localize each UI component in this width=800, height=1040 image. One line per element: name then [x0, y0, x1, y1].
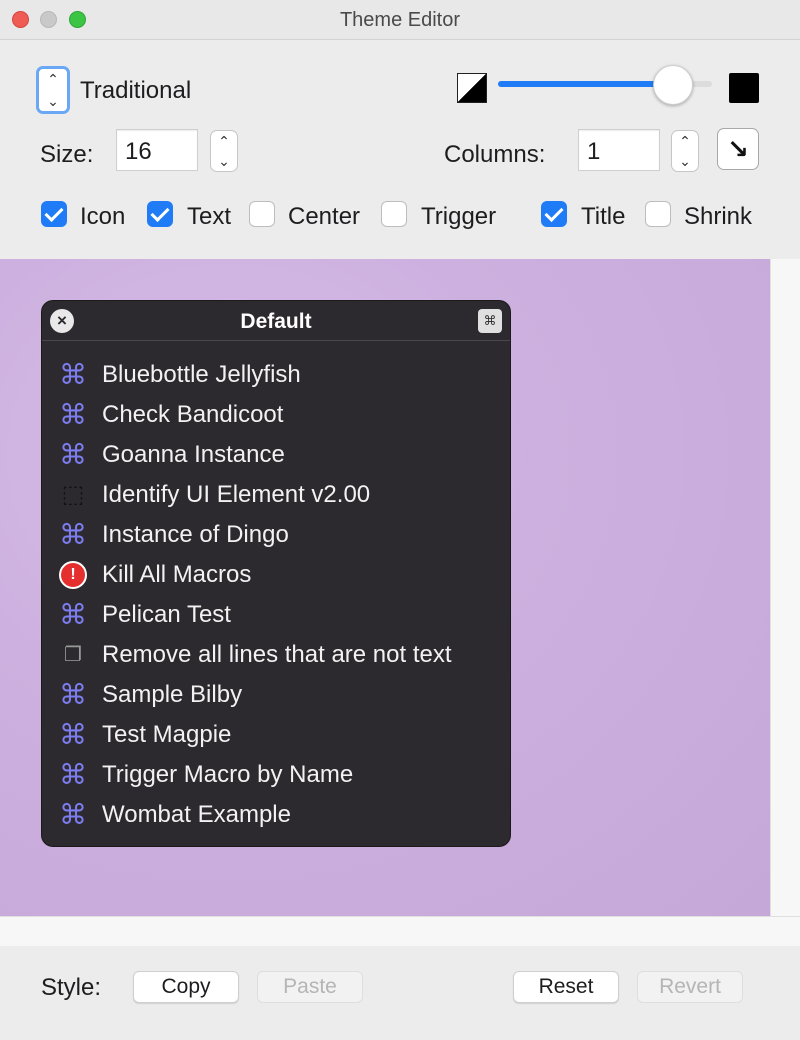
preview-bottom-edge [0, 916, 800, 946]
palette-item[interactable]: ! Kill All Macros [42, 555, 510, 595]
command-icon: ⌘ [59, 359, 87, 390]
palette-item-label: Identify UI Element v2.00 [102, 481, 371, 508]
palette-item-label: Kill All Macros [102, 561, 252, 588]
palette-menu-icon[interactable]: ⌘ [478, 309, 502, 333]
reset-button[interactable]: Reset [513, 971, 619, 1003]
bottom-bar: Style: Copy Paste Reset Revert [0, 946, 800, 1040]
palette-item[interactable]: ❐ Remove all lines that are not text [42, 635, 510, 675]
chevron-up-icon[interactable]: ⌃ [39, 70, 67, 88]
palette-item[interactable]: ⌘ Goanna Instance [42, 435, 510, 475]
shrink-checkbox[interactable] [645, 201, 671, 227]
command-icon: ⌘ [59, 719, 87, 750]
window-title: Theme Editor [339, 9, 461, 31]
title-bar: Theme Editor [0, 0, 800, 40]
trigger-checkbox-label: Trigger [421, 203, 497, 230]
chevron-down-icon[interactable]: ⌄ [39, 92, 67, 110]
cube-icon: ⬚ [61, 481, 85, 508]
palette-item-label: Wombat Example [102, 801, 291, 828]
transparent-swatch-icon [457, 73, 487, 103]
size-stepper[interactable]: ⌃ ⌄ [210, 130, 238, 172]
opaque-swatch-icon [729, 73, 759, 103]
macro-palette: × Default ⌘ ⌘ Bluebottle Jellyfish ⌘ Check … [41, 300, 511, 847]
palette-title: Default [240, 310, 312, 333]
title-checkbox[interactable] [541, 201, 567, 227]
opacity-slider-knob[interactable] [653, 65, 694, 105]
windows-icon: ❐ [64, 644, 82, 666]
palette-header: × Default ⌘ [42, 301, 510, 341]
palette-item[interactable]: ⌘ Check Bandicoot [42, 395, 510, 435]
palette-item[interactable]: ⌘ Pelican Test [42, 595, 510, 635]
direction-arrow-icon: ↘ [727, 134, 749, 164]
palette-item[interactable]: ⌘ Sample Bilby [42, 675, 510, 715]
icon-checkbox[interactable] [41, 201, 67, 227]
size-field[interactable]: 16 [116, 129, 198, 171]
text-checkbox[interactable] [147, 201, 173, 227]
palette-item[interactable]: ⌘ Instance of Dingo [42, 515, 510, 555]
command-icon: ⌘ [59, 599, 87, 630]
palette-item-label: Sample Bilby [102, 681, 243, 708]
style-label: Style: [41, 974, 102, 1001]
palette-item-label: Goanna Instance [102, 441, 285, 468]
theme-stepper[interactable]: ⌃ ⌄ [36, 66, 70, 114]
trigger-checkbox[interactable] [381, 201, 407, 227]
command-icon: ⌘ [59, 799, 87, 830]
theme-controls: ⌃ ⌄ Traditional Size: 16 ⌃ ⌄ Columns: 1 … [0, 41, 800, 259]
opacity-slider-fill [498, 81, 674, 87]
palette-item[interactable]: ⬚ Identify UI Element v2.00 [42, 475, 510, 515]
columns-stepper[interactable]: ⌃ ⌄ [671, 130, 699, 172]
center-checkbox[interactable] [249, 201, 275, 227]
palette-item-list: ⌘ Bluebottle Jellyfish ⌘ Check Bandicoot ⌘ Go… [42, 355, 510, 835]
palette-item[interactable]: ⌘ Bluebottle Jellyfish [42, 355, 510, 395]
palette-item-label: Test Magpie [102, 721, 232, 748]
palette-item-label: Pelican Test [102, 601, 231, 628]
chevron-up-icon[interactable]: ⌃ [672, 132, 698, 150]
palette-item[interactable]: ⌘ Trigger Macro by Name [42, 755, 510, 795]
revert-button[interactable]: Revert [637, 971, 743, 1003]
text-checkbox-label: Text [187, 203, 232, 230]
theme-name: Traditional [80, 77, 192, 104]
copy-style-button[interactable]: Copy [133, 971, 239, 1003]
stop-icon: ! [59, 561, 87, 589]
palette-item[interactable]: ⌘ Wombat Example [42, 795, 510, 835]
preview-scrollbar[interactable] [770, 259, 800, 916]
command-icon: ⌘ [59, 399, 87, 430]
palette-item-label: Remove all lines that are not text [102, 641, 452, 668]
columns-field[interactable]: 1 [578, 129, 660, 171]
palette-item-label: Instance of Dingo [102, 521, 289, 548]
command-icon: ⌘ [59, 519, 87, 550]
size-label: Size: [40, 141, 94, 168]
paste-style-button[interactable]: Paste [257, 971, 363, 1003]
chevron-down-icon[interactable]: ⌄ [672, 152, 698, 170]
command-icon: ⌘ [59, 759, 87, 790]
palette-item-label: Bluebottle Jellyfish [102, 361, 301, 388]
command-icon: ⌘ [59, 679, 87, 710]
layout-direction-button[interactable]: ↘ [717, 128, 759, 170]
command-icon: ⌘ [59, 439, 87, 470]
chevron-down-icon[interactable]: ⌄ [211, 152, 237, 170]
icon-checkbox-label: Icon [80, 203, 126, 230]
palette-item-label: Check Bandicoot [102, 401, 284, 428]
title-checkbox-label: Title [581, 203, 626, 230]
palette-item-label: Trigger Macro by Name [102, 761, 354, 788]
palette-item[interactable]: ⌘ Test Magpie [42, 715, 510, 755]
chevron-up-icon[interactable]: ⌃ [211, 132, 237, 150]
shrink-checkbox-label: Shrink [684, 203, 753, 230]
columns-label: Columns: [444, 141, 546, 168]
center-checkbox-label: Center [288, 203, 361, 230]
